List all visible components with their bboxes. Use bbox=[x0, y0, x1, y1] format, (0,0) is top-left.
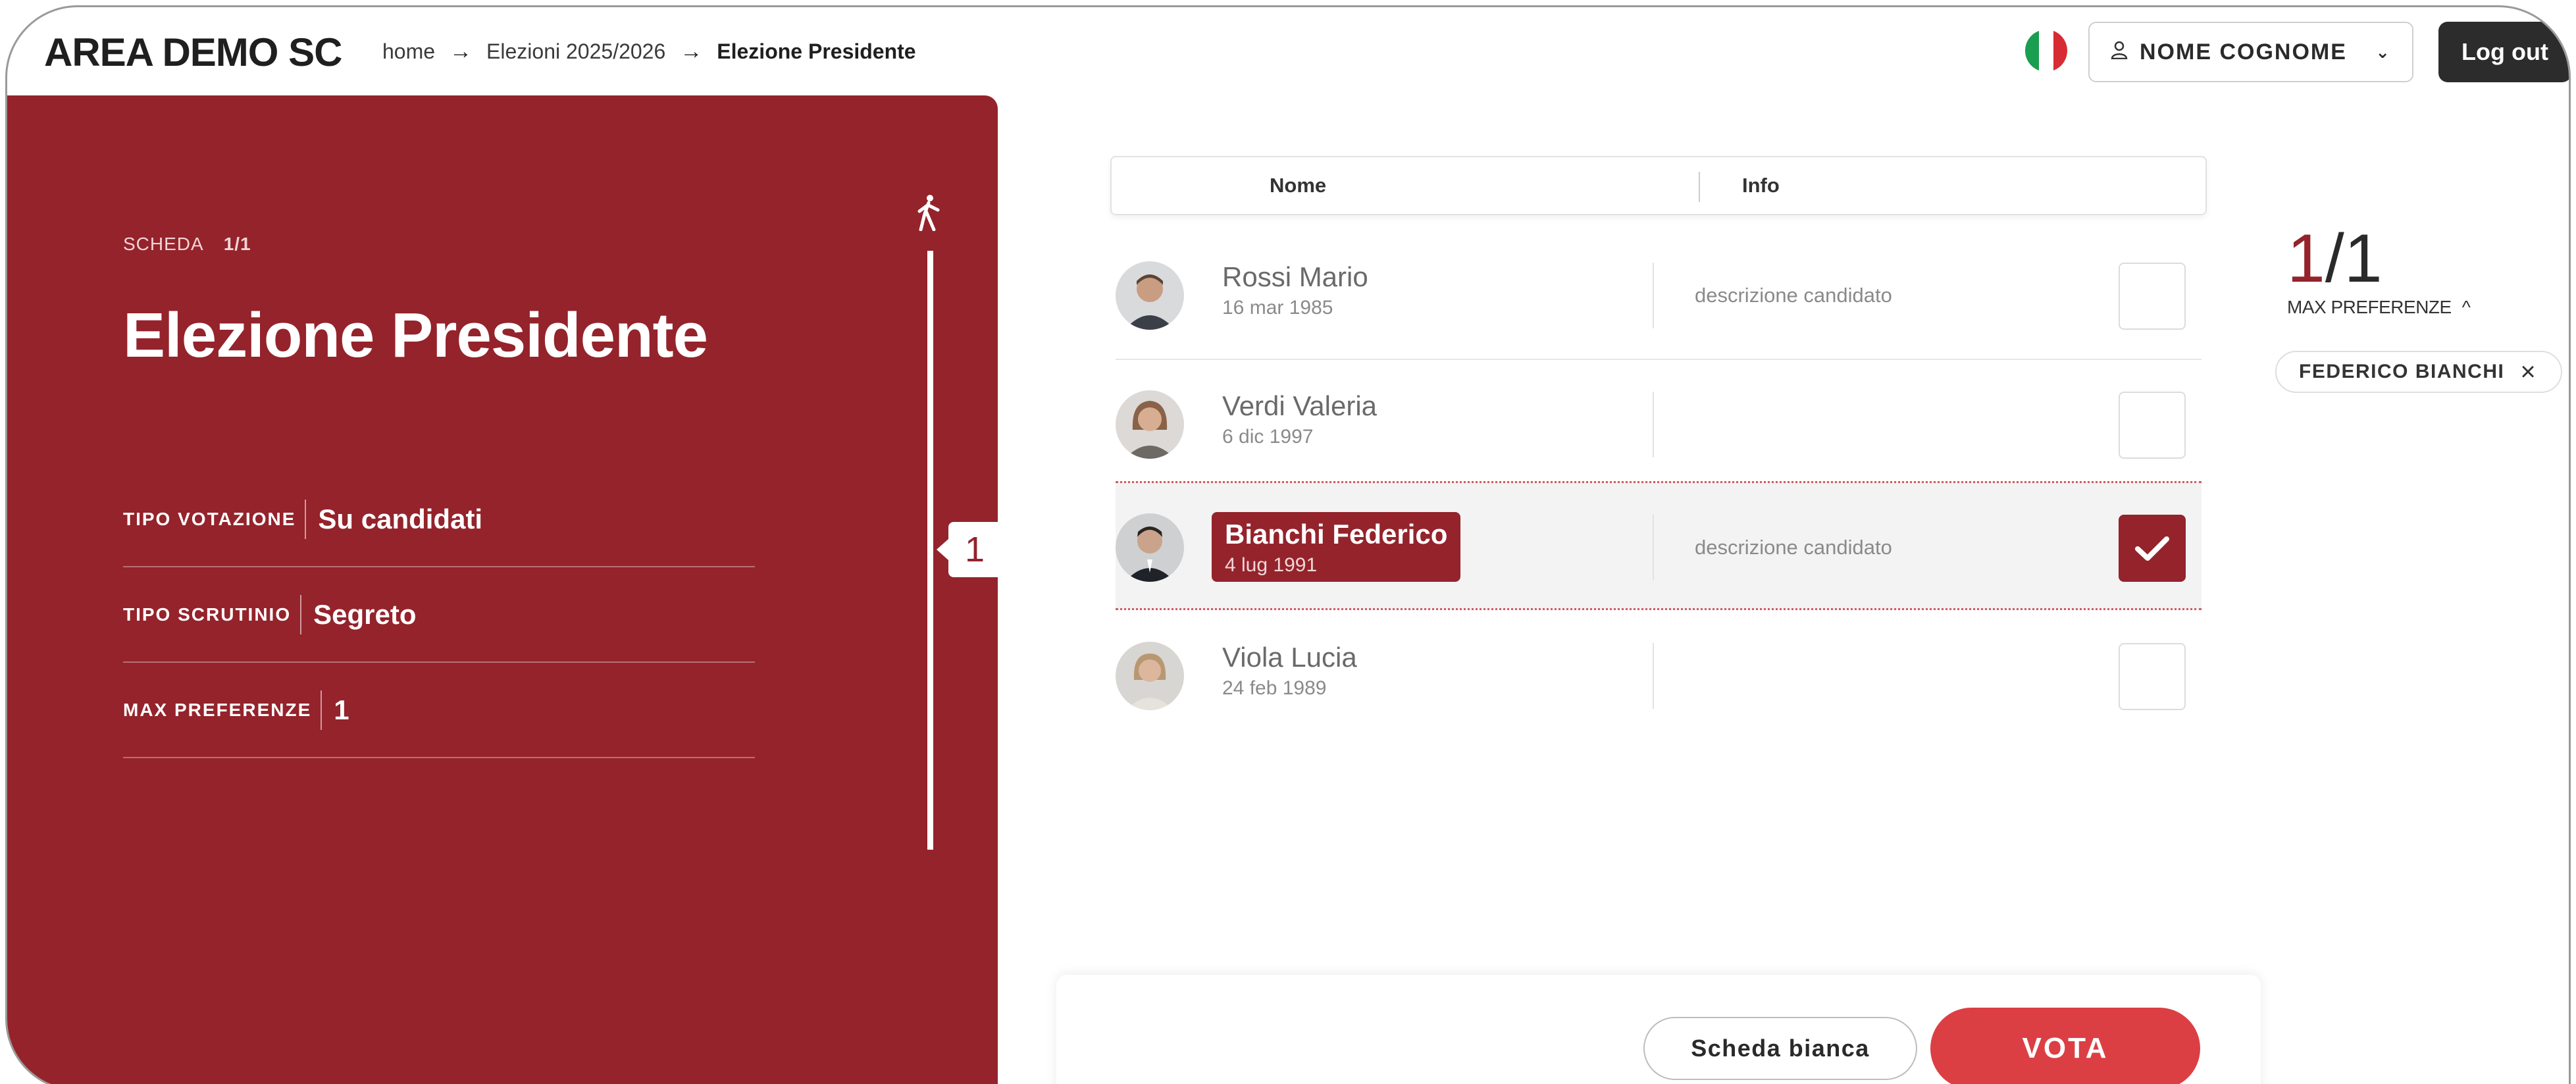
info-value: 1 bbox=[334, 694, 349, 725]
walking-person-icon bbox=[915, 194, 942, 240]
info-label: TIPO VOTAZIONE bbox=[123, 499, 307, 539]
app-window: AREA DEMO SC home → Elezioni 2025/2026 →… bbox=[5, 5, 2571, 1084]
candidate-info: descrizione candidato bbox=[1695, 284, 1892, 307]
info-row-max-preferenze: MAX PREFERENZE 1 bbox=[123, 663, 755, 758]
candidate-name-block: Verdi Valeria 6 dic 1997 bbox=[1222, 390, 1377, 448]
column-divider bbox=[1653, 392, 1654, 457]
info-label: MAX PREFERENZE bbox=[123, 690, 322, 730]
candidate-row[interactable]: Verdi Valeria 6 dic 1997 bbox=[1116, 360, 2202, 489]
selected-candidate-chip: FEDERICO BIANCHI × bbox=[2275, 351, 2562, 393]
breadcrumb-elezioni[interactable]: Elezioni 2025/2026 bbox=[486, 39, 665, 64]
vote-button[interactable]: VOTA bbox=[1930, 1008, 2200, 1084]
column-divider bbox=[1699, 172, 1700, 202]
candidate-row[interactable]: Rossi Mario 16 mar 1985 descrizione cand… bbox=[1116, 231, 2202, 360]
step-marker: 1 bbox=[937, 522, 1001, 577]
breadcrumb-current: Elezione Presidente bbox=[717, 39, 916, 63]
candidate-avatar bbox=[1116, 642, 1184, 710]
user-icon bbox=[2111, 39, 2128, 65]
ballot-panel: SCHEDA 1/1 Elezione Presidente TIPO VOTAZ… bbox=[7, 95, 1001, 1084]
candidate-name: Rossi Mario bbox=[1222, 261, 1368, 292]
scheda-label: SCHEDA bbox=[123, 234, 204, 254]
info-value: Su candidati bbox=[318, 503, 483, 534]
candidate-name: Bianchi Federico bbox=[1225, 519, 1448, 550]
breadcrumb: home → Elezioni 2025/2026 → Elezione Pre… bbox=[382, 39, 916, 65]
column-header-info: Info bbox=[1742, 174, 1780, 197]
info-value: Segreto bbox=[313, 598, 417, 630]
candidate-checkbox[interactable] bbox=[2119, 392, 2186, 459]
max-count: 1 bbox=[2344, 220, 2383, 297]
brand-title: AREA DEMO SC bbox=[44, 30, 342, 74]
chip-label: FEDERICO BIANCHI bbox=[2299, 361, 2505, 382]
counter-separator: / bbox=[2325, 220, 2344, 297]
italian-flag-icon[interactable] bbox=[2025, 30, 2067, 72]
scheda-value: 1/1 bbox=[223, 234, 251, 254]
scheda-bianca-button[interactable]: Scheda bianca bbox=[1643, 1017, 1917, 1080]
candidate-checkbox[interactable] bbox=[2119, 643, 2186, 710]
logout-button[interactable]: Log out bbox=[2438, 22, 2569, 82]
arrow-right-icon: → bbox=[680, 39, 703, 64]
candidate-name-block: Bianchi Federico 4 lug 1991 bbox=[1212, 512, 1461, 582]
info-label: TIPO SCRUTINIO bbox=[123, 594, 302, 634]
candidate-name-block: Rossi Mario 16 mar 1985 bbox=[1222, 261, 1368, 319]
candidate-birthdate: 24 feb 1989 bbox=[1222, 677, 1327, 699]
candidate-row-selected[interactable]: Bianchi Federico 4 lug 1991 descrizione … bbox=[1116, 481, 2202, 610]
candidate-checkbox[interactable] bbox=[2119, 263, 2186, 330]
user-menu-button[interactable]: NOME COGNOME ⌄ bbox=[2088, 22, 2413, 82]
column-divider bbox=[1653, 515, 1654, 581]
selected-count: 1 bbox=[2287, 220, 2325, 297]
preference-counter: 1/1 bbox=[2287, 224, 2383, 293]
close-icon[interactable]: × bbox=[2520, 357, 2537, 387]
candidate-info: descrizione candidato bbox=[1695, 536, 1892, 559]
max-preferenze-label: MAX PREFERENZE bbox=[2287, 297, 2452, 317]
info-row-tipo-votazione: TIPO VOTAZIONE Su candidati bbox=[123, 472, 755, 567]
check-icon bbox=[2135, 526, 2169, 571]
candidate-avatar bbox=[1116, 390, 1184, 459]
chevron-up-icon: ^ bbox=[2461, 297, 2471, 317]
candidate-name-block: Viola Lucia 24 feb 1989 bbox=[1222, 642, 1357, 700]
table-header: Nome Info bbox=[1110, 156, 2207, 215]
candidate-birthdate: 6 dic 1997 bbox=[1222, 426, 1314, 448]
candidate-birthdate: 4 lug 1991 bbox=[1225, 554, 1318, 576]
column-divider bbox=[1653, 263, 1654, 328]
candidate-avatar bbox=[1116, 261, 1184, 330]
candidate-name: Viola Lucia bbox=[1222, 642, 1357, 673]
breadcrumb-home[interactable]: home bbox=[382, 39, 435, 64]
max-preferenze-toggle[interactable]: MAX PREFERENZE ^ bbox=[2287, 297, 2471, 318]
candidate-name: Verdi Valeria bbox=[1222, 390, 1378, 421]
arrow-right-icon: → bbox=[450, 39, 473, 64]
column-header-nome: Nome bbox=[1270, 174, 1327, 197]
progress-track bbox=[927, 251, 933, 850]
scheda-indicator: SCHEDA 1/1 bbox=[123, 234, 251, 255]
candidate-avatar bbox=[1116, 513, 1184, 582]
chevron-down-icon: ⌄ bbox=[2375, 41, 2391, 62]
candidate-birthdate: 16 mar 1985 bbox=[1222, 297, 1333, 319]
column-divider bbox=[1653, 643, 1654, 709]
info-row-tipo-scrutinio: TIPO SCRUTINIO Segreto bbox=[123, 567, 755, 663]
user-name: NOME COGNOME bbox=[2140, 39, 2347, 65]
candidate-checkbox-checked[interactable] bbox=[2119, 515, 2186, 582]
candidate-row[interactable]: Viola Lucia 24 feb 1989 bbox=[1116, 611, 2202, 740]
ballot-title: Elezione Presidente bbox=[123, 300, 708, 371]
